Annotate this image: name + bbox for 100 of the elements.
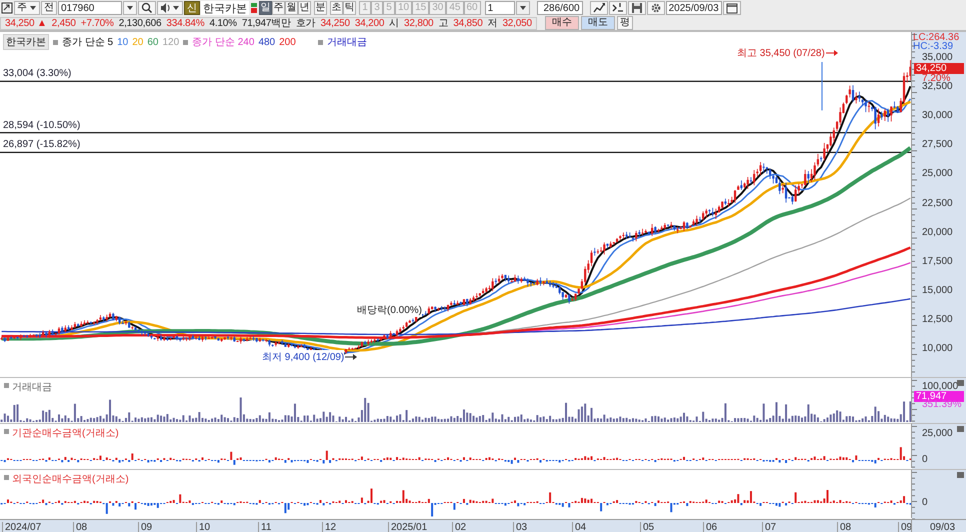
axis-label: 11 (258, 522, 272, 532)
all-button[interactable]: 전 (41, 1, 57, 15)
toolbar-button[interactable] (628, 1, 646, 15)
quote-value: 2,450 (52, 18, 76, 28)
axis-label: 30,000 (922, 110, 953, 122)
axis-label: 35,000 (922, 52, 953, 63)
axis-label: 12,500 (922, 314, 953, 325)
calendar-button[interactable] (722, 1, 741, 15)
dropdown-button[interactable] (516, 1, 530, 15)
buy-button[interactable]: 매수 (544, 16, 579, 30)
quote-value: 34,200 (354, 18, 384, 28)
arrow-icon (826, 49, 838, 57)
high-price-note: 최고 35,450 (07/28) (737, 46, 825, 60)
volume-ratio: 351.39% (922, 399, 962, 410)
axis-label: 22,500 (922, 198, 953, 208)
panel-marker-icon (4, 383, 9, 388)
quote-value: 4.10% (209, 18, 237, 28)
axis-label: 0 (922, 497, 928, 508)
axis-label: 0 (922, 454, 928, 465)
date-field[interactable]: 2025/09/03 (666, 1, 722, 15)
axis-label: 09 (138, 522, 152, 532)
period-tab[interactable]: 년 (298, 1, 311, 15)
legend-item: 거래대금 (326, 36, 367, 49)
axis-label: 17,500 (922, 256, 953, 267)
panel-marker-icon (4, 475, 9, 480)
period-tab[interactable]: 월 (285, 1, 298, 15)
legend-item: 200 (279, 36, 296, 48)
quote-value: 34,250 ▲ (5, 18, 47, 28)
new-badge: 신 (184, 1, 200, 15)
toolbar-button[interactable] (608, 1, 627, 15)
dividend-note: 배당락(0.00%) (357, 303, 422, 317)
panel-menu-icon (957, 380, 964, 386)
speaker-icon (160, 2, 172, 14)
market-dropdown[interactable]: 주 (14, 1, 40, 15)
axis-label: 12 (322, 522, 336, 532)
indicator-value: LC:264.36 (913, 32, 960, 43)
panel-title: 거래대금 (12, 381, 52, 394)
quote-value: 시 (389, 17, 400, 30)
price-level-label: 26,897 (-15.82%) (3, 139, 80, 150)
panel-menu-icon (957, 472, 964, 478)
quote-value: 고 (438, 17, 448, 30)
period-tab[interactable]: 주 (272, 1, 285, 15)
toolbar-button[interactable] (590, 1, 608, 15)
low-price-note: 최저 9,400 (12/09) (262, 350, 344, 364)
axis-label: 08 (73, 522, 88, 532)
interval-field[interactable]: 1 (484, 1, 515, 15)
legend-item: 20 (132, 36, 144, 48)
quote-value: 34,250 (320, 18, 350, 28)
legend-item: 480 (258, 36, 276, 48)
axis-label: 25,000 (922, 168, 953, 180)
tool-icon (612, 2, 624, 14)
quote-value: 저 (488, 17, 498, 30)
quote-value: 71,947백만 (242, 17, 291, 30)
panel-marker-icon (4, 429, 9, 434)
legend-marker-icon (183, 40, 188, 44)
legend-title: 한국카본 (3, 34, 49, 50)
quote-value: 32,800 (404, 18, 434, 28)
sell-button[interactable]: 매도 (580, 16, 615, 30)
legend-item: 60 (147, 36, 158, 48)
code-field[interactable]: 017960 (58, 1, 122, 15)
legend-item: 종가 단순 5 (62, 36, 114, 49)
volume-tag: 71,947 (914, 391, 964, 402)
axis-label: 2025/01 (388, 522, 428, 532)
sound-button[interactable] (157, 1, 183, 15)
dropdown-button[interactable] (123, 1, 137, 15)
legend-marker-icon (53, 40, 58, 44)
axis-label: 06 (703, 522, 718, 532)
legend-item: 10 (117, 36, 128, 48)
axis-label: 10 (196, 522, 210, 532)
axis-label: 25,000 (922, 428, 953, 439)
search-icon (141, 2, 153, 14)
axis-label: 07 (762, 522, 776, 532)
axis-label: 15,000 (922, 284, 953, 296)
settings-icon (650, 2, 662, 14)
axis-label: 04 (572, 522, 586, 532)
arrow-icon (345, 353, 358, 361)
axis-label: 09/03 (930, 522, 956, 532)
window-icon (1, 2, 13, 14)
axis-label: 32,500 (922, 81, 953, 92)
panel-title: 기관순매수금액(거래소) (12, 427, 119, 440)
period-tab[interactable]: 분 (314, 1, 327, 15)
calendar-icon (726, 2, 738, 14)
axis-label: 10,000 (922, 343, 953, 354)
price-tag: 34,250 (914, 63, 964, 74)
bar-count-field[interactable]: 286/600 (536, 1, 583, 15)
search-button[interactable] (138, 1, 156, 15)
period-tab[interactable]: 틱 (343, 1, 356, 15)
settings-button[interactable] (646, 1, 665, 15)
chart-icon (592, 2, 605, 14)
panel-menu-icon (957, 426, 964, 432)
quote-value: 2,130,606 (118, 18, 162, 28)
axis-label: 100,000 (922, 381, 958, 392)
price-level-label: 28,594 (-10.50%) (3, 120, 80, 131)
quote-value: 32,050 (502, 18, 532, 28)
legend-marker-icon (318, 40, 323, 44)
axis-label: 05 (640, 522, 654, 532)
order-button[interactable]: 평 (616, 16, 633, 30)
axis-label: 2024/07 (2, 522, 42, 532)
period-tab[interactable]: 일 (259, 1, 272, 15)
period-tab[interactable]: 초 (330, 1, 343, 15)
